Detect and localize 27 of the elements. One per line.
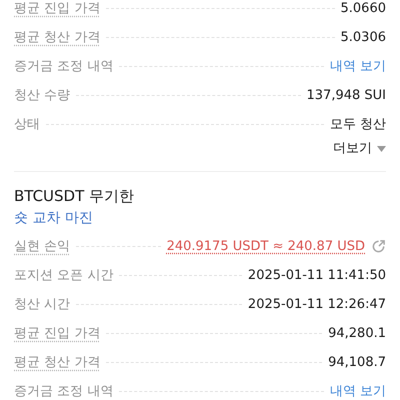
share-icon[interactable] xyxy=(371,239,386,254)
pnl-value: 240.9175 USDT ≈ 240.87 USD xyxy=(166,238,365,256)
field-value: 5.0660 xyxy=(340,0,386,18)
field-label: 청산 수량 xyxy=(14,86,70,105)
field-value: 모두 청산 xyxy=(330,116,386,134)
field-value: 137,948 SUI xyxy=(306,86,386,105)
caret-icon xyxy=(377,146,386,152)
field-label: 증거금 조정 내역 xyxy=(14,58,114,76)
field-label: 포지션 오픈 시간 xyxy=(14,266,114,285)
field-label: 청산 시간 xyxy=(14,296,70,314)
view-history-link[interactable]: 내역 보기 xyxy=(330,56,386,76)
section-title: BTCUSDT 무기한 xyxy=(14,186,136,207)
view-history-link[interactable]: 내역 보기 xyxy=(330,382,386,400)
field-value: 94,280.1 xyxy=(328,324,386,343)
field-value: 5.0306 xyxy=(340,28,386,47)
field-value: 94,108.7 xyxy=(328,354,386,372)
field-value: 2025-01-11 11:41:50 xyxy=(248,266,386,285)
margin-mode-label: 숏 교차 마진 xyxy=(14,209,94,228)
more-button[interactable]: 더보기 xyxy=(333,139,386,159)
field-label: 평균 진입 가격 xyxy=(14,0,100,18)
field-value: 2025-01-11 12:26:47 xyxy=(248,296,386,314)
field-label: 상태 xyxy=(14,116,40,134)
field-label: 평균 진입 가격 xyxy=(14,324,100,343)
field-label: 증거금 조정 내역 xyxy=(14,382,114,400)
field-label: 평균 청산 가격 xyxy=(14,354,100,372)
field-label: 실현 손익 xyxy=(14,238,70,256)
field-label: 평균 청산 가격 xyxy=(14,28,100,47)
